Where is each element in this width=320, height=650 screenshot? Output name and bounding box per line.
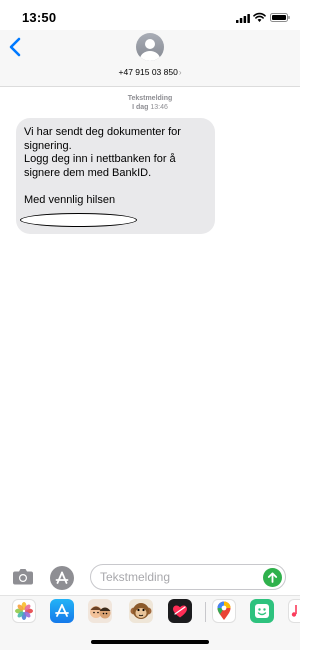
message-line: signere dem med BankID. bbox=[24, 166, 152, 179]
redaction-mark bbox=[20, 213, 137, 227]
arrow-up-icon bbox=[267, 572, 278, 583]
cellular-signal-icon bbox=[236, 14, 250, 23]
conversation-header: +47 915 03 850› bbox=[0, 30, 300, 87]
map-pin-icon bbox=[217, 601, 231, 620]
contact-name-button[interactable]: +47 915 03 850› bbox=[0, 67, 300, 77]
contact-number: +47 915 03 850 bbox=[118, 67, 178, 77]
contact-avatar[interactable] bbox=[136, 33, 164, 61]
message-composer bbox=[0, 561, 300, 595]
sticker-app-icon[interactable] bbox=[250, 599, 274, 623]
app-store-icon[interactable] bbox=[50, 599, 74, 623]
timestamp-day: I dag bbox=[132, 104, 149, 111]
animoji-icon[interactable] bbox=[129, 599, 153, 623]
app-store-button[interactable] bbox=[50, 566, 74, 590]
avatar-head bbox=[145, 39, 155, 49]
message-line: signering. bbox=[24, 139, 72, 152]
status-time: 13:50 bbox=[22, 10, 57, 25]
home-indicator[interactable] bbox=[91, 640, 209, 644]
message-line: Med vennlig hilsen bbox=[24, 193, 116, 206]
app-store-a-icon bbox=[55, 604, 69, 617]
monkey-icon bbox=[130, 603, 152, 619]
message-input[interactable] bbox=[90, 564, 286, 590]
imessage-app-drawer bbox=[0, 595, 300, 650]
memoji-faces-icon bbox=[90, 606, 111, 619]
status-bar: 13:50 bbox=[0, 0, 300, 30]
back-chevron-icon[interactable] bbox=[6, 35, 26, 59]
photos-flower-icon bbox=[15, 602, 33, 620]
message-timestamp: I dag 13:46 bbox=[0, 104, 300, 111]
avatar-body bbox=[140, 51, 160, 61]
service-label: Tekstmelding bbox=[127, 95, 173, 102]
send-button[interactable] bbox=[263, 568, 282, 587]
app-drawer-divider bbox=[205, 602, 206, 622]
message-blank-line bbox=[24, 180, 215, 194]
message-line: Logg deg inn i nettbanken for å bbox=[24, 153, 176, 165]
memoji-icon[interactable] bbox=[88, 599, 112, 623]
digital-touch-icon[interactable] bbox=[168, 599, 192, 623]
app-store-glyph-icon bbox=[55, 571, 69, 584]
sticker-face-icon bbox=[255, 604, 269, 618]
photos-icon[interactable] bbox=[12, 599, 36, 623]
timestamp-time: 13:46 bbox=[150, 104, 168, 111]
message-line: Vi har sendt deg dokumenter for bbox=[24, 126, 181, 138]
battery-icon bbox=[270, 13, 290, 22]
music-note-icon bbox=[291, 605, 297, 617]
chevron-right-icon: › bbox=[178, 68, 182, 77]
wifi-icon bbox=[253, 12, 266, 22]
camera-icon[interactable] bbox=[12, 568, 34, 585]
music-icon[interactable] bbox=[288, 599, 300, 623]
google-maps-icon[interactable] bbox=[212, 599, 236, 623]
heart-icon bbox=[173, 605, 187, 618]
